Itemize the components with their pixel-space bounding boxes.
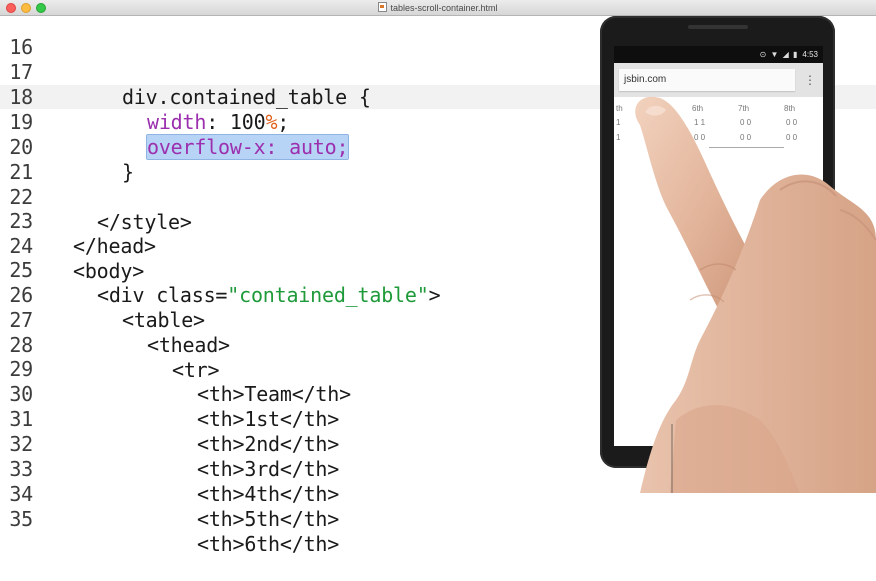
code-line[interactable]: 20 }	[0, 110, 134, 184]
code-line[interactable]: 16	[0, 10, 47, 59]
table-header-row: th 5th 6th 7th 8th	[616, 103, 821, 115]
code-line[interactable]: 28 <tr>	[0, 308, 219, 382]
phone-bottom-bezel	[600, 446, 835, 468]
code-line[interactable]: 32 <th>3rd</th>	[0, 407, 339, 481]
code-line[interactable]: 23 </head>	[0, 184, 156, 258]
table-cell: 1	[616, 118, 621, 127]
table-header-cell: th	[616, 104, 623, 113]
window-title-bar: tables-scroll-container.html	[0, 0, 876, 16]
phone-screen[interactable]: ⊙ ▼ ◢ ▮ 4:53 jsbin.com ⋮ th 5th 6th 7th 8…	[614, 46, 823, 446]
code-text: <thead>	[147, 332, 230, 357]
css-separator: :	[206, 109, 230, 134]
phone-speaker	[688, 25, 748, 29]
code-text: }	[122, 159, 134, 184]
table-cell: 0 0	[740, 118, 752, 127]
code-text: <th>4th</th>	[197, 481, 340, 506]
code-line[interactable]: 33 <th>4th</th>	[0, 432, 339, 506]
web-page-content[interactable]: th 5th 6th 7th 8th 1 1 1 1 0 0 0 0 1 0 0…	[614, 97, 823, 446]
code-text: </style>	[97, 209, 192, 234]
code-text: <table>	[122, 307, 205, 332]
code-line[interactable]: 21	[0, 135, 47, 184]
css-value: : auto;	[265, 134, 349, 159]
code-text: <th>Team</th>	[197, 381, 351, 406]
table-cell: 0 0	[694, 133, 706, 142]
code-line[interactable]: 29 <th>Team</th>	[0, 332, 351, 406]
code-line[interactable]: 34 <th>5th</th>	[0, 457, 339, 531]
html-file-icon	[378, 2, 388, 12]
android-status-bar: ⊙ ▼ ◢ ▮ 4:53	[614, 46, 823, 63]
table-header-cell: 5th	[646, 104, 658, 113]
android-phone: ⊙ ▼ ◢ ▮ 4:53 jsbin.com ⋮ th 5th 6th 7th 8…	[600, 16, 835, 468]
html-tag: <div class=	[97, 282, 228, 307]
code-text: <body>	[73, 258, 145, 283]
code-line[interactable]: 17 div.contained_table {	[0, 35, 371, 109]
code-line[interactable]: 26 <table>	[0, 258, 205, 332]
url-bar[interactable]: jsbin.com	[619, 69, 795, 91]
table-cell: 0 0	[740, 133, 752, 142]
css-terminator: ;	[277, 109, 290, 134]
window-title-area: tables-scroll-container.html	[0, 1, 876, 15]
selected-text[interactable]: overflow-x: auto;	[145, 133, 350, 161]
table-header-cell: 8th	[784, 104, 796, 113]
table-cell: 0 0	[786, 133, 798, 142]
code-text: <tr>	[172, 357, 220, 382]
browser-toolbar: jsbin.com ⋮	[614, 63, 823, 97]
code-line[interactable]: 24 <body>	[0, 209, 144, 283]
code-line[interactable]: 25 <div class="contained_table">	[0, 233, 440, 307]
horizontal-scroll-indicator	[709, 147, 784, 148]
code-text: <th>1st</th>	[197, 406, 340, 431]
table-row: 1 0 0 0 0 0 0	[616, 132, 821, 144]
html-tag-end: >	[428, 282, 441, 307]
code-text: <th>5th</th>	[197, 506, 340, 531]
css-property: width	[147, 109, 207, 134]
table-header-cell: 6th	[692, 104, 704, 113]
css-property: overflow-x	[147, 134, 266, 159]
attribute-value: "contained_table"	[227, 282, 429, 307]
code-text: <div class="contained_table">	[97, 282, 441, 308]
code-text: <th>2nd</th>	[197, 431, 340, 456]
overflow-menu-icon[interactable]: ⋮	[804, 71, 816, 89]
code-line-current[interactable]: 19 overflow-x: auto;	[0, 85, 350, 161]
css-unit: %	[265, 109, 278, 134]
status-time: 4:53	[802, 50, 818, 59]
line-number: 35	[9, 506, 33, 531]
code-line[interactable]: 31 <th>2nd</th>	[0, 382, 339, 456]
table-row: 1 1 1 1 0 0 0 0	[616, 117, 821, 129]
window-title: tables-scroll-container.html	[390, 3, 498, 13]
code-line[interactable]: 30 <th>1st</th>	[0, 357, 339, 431]
table-cell: 1	[616, 133, 621, 142]
code-line[interactable]: 35 <th>6th</th>	[0, 482, 339, 556]
code-text: width: 100%;	[147, 110, 289, 135]
table-cell: 1	[648, 118, 653, 127]
code-line[interactable]: 18 width: 100%;	[0, 60, 289, 134]
table-header-cell: 7th	[738, 104, 750, 113]
code-text: <th>6th</th>	[197, 531, 340, 556]
code-line[interactable]: 22 </style>	[0, 160, 192, 234]
status-icons: ⊙ ▼ ◢ ▮	[759, 50, 799, 59]
code-text: <th>3rd</th>	[197, 456, 340, 481]
code-text: div.contained_table {	[122, 84, 371, 109]
code-line[interactable]: 27 <thead>	[0, 283, 230, 357]
table-cell: 0 0	[786, 118, 798, 127]
css-value: 100	[229, 109, 266, 134]
code-text: </head>	[73, 233, 156, 258]
table-cell: 1 1	[694, 118, 706, 127]
